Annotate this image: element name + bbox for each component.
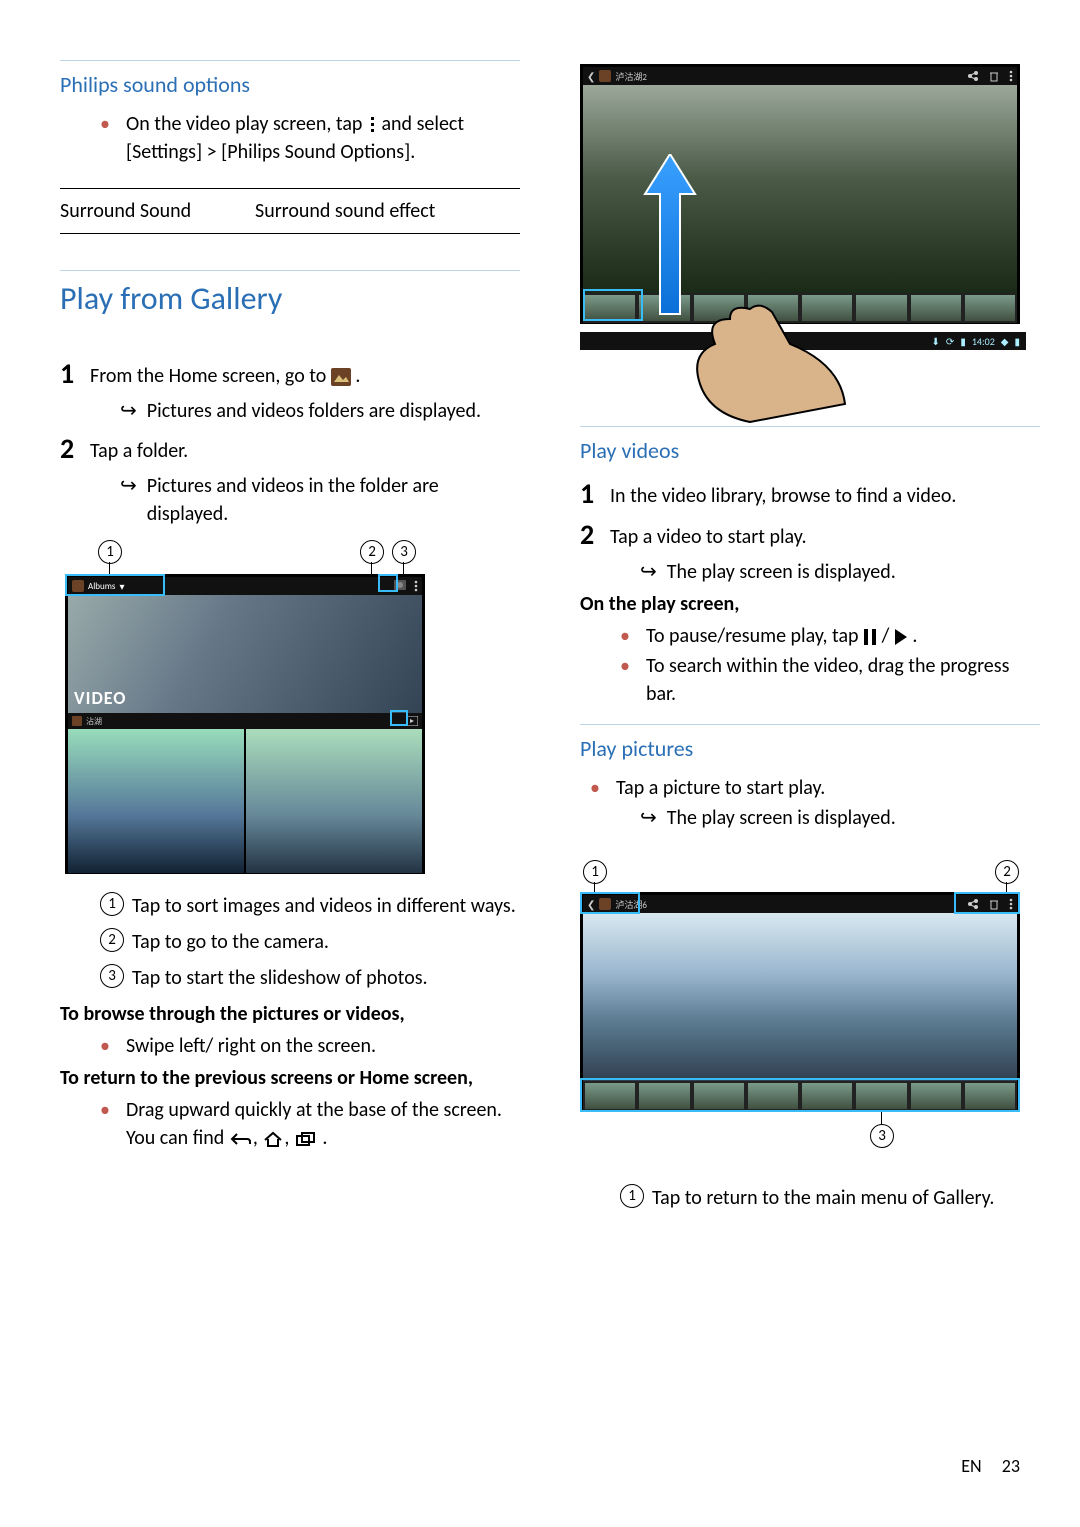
callout-1: 1 Tap to sort images and videos in diffe… [100, 892, 520, 920]
bullet-dot-icon: • [590, 774, 600, 802]
play-pictures-heading: Play pictures [580, 724, 1040, 762]
step-number: 1 [60, 356, 90, 391]
gallery-app-icon [331, 368, 351, 386]
bullet-dot-icon: • [100, 1032, 110, 1060]
step-number: 2 [60, 431, 90, 466]
swipe-up-figure: ❮ 泸沽湖2 [580, 64, 1020, 414]
sound-step-bullet: • On the video play screen, tap and sele… [100, 110, 520, 166]
pause-icon [863, 629, 877, 645]
picture-bullet: • Tap a picture to start play. [590, 774, 1040, 802]
home-icon [262, 1130, 284, 1148]
result-arrow-icon: ↪ [120, 472, 137, 500]
play-from-gallery-heading: Play from Gallery [60, 270, 520, 318]
gallery-step-1-result: ↪ Pictures and videos folders are displa… [120, 397, 520, 425]
video-step-1: 1 In the video library, browse to find a… [580, 476, 1040, 511]
right-column: ❮ 泸沽湖2 [580, 60, 1040, 1220]
status-signal-icon: ▮ [960, 335, 966, 348]
recent-apps-icon [294, 1130, 318, 1148]
callout-2: 2 Tap to go to the camera. [100, 928, 520, 956]
sound-table-row: Surround Sound Surround sound effect [60, 195, 520, 227]
sound-table-cell-name: Surround Sound [60, 199, 255, 223]
sound-table-cell-desc: Surround sound effect [255, 199, 520, 223]
picture-callout-1: 1 Tap to return to the main menu of Gall… [620, 1184, 1040, 1212]
overflow-menu-icon [367, 116, 377, 134]
browse-bullet: • Swipe left/ right on the screen. [100, 1032, 520, 1060]
picture-result: ↪ The play screen is displayed. [640, 804, 1040, 832]
gallery-step-2: 2 Tap a folder. [60, 431, 520, 466]
result-arrow-icon: ↪ [640, 804, 657, 832]
share-icon [967, 70, 979, 82]
browse-heading: To browse through the pictures or videos… [60, 1000, 520, 1028]
footer-page: 23 [1002, 1455, 1020, 1477]
result-arrow-icon: ↪ [120, 397, 137, 425]
bullet-dot-icon: • [620, 652, 630, 680]
play-videos-heading: Play videos [580, 426, 1040, 464]
philips-sound-options-heading: Philips sound options [60, 60, 520, 98]
return-bullet: • Drag upward quickly at the base of the… [100, 1096, 520, 1152]
gallery-step-1: 1 From the Home screen, go to . [60, 356, 520, 391]
gallery-figure: 1 2 3 Albums ▾ [60, 540, 430, 880]
status-battery-icon: ▮ [1014, 335, 1020, 348]
back-icon [229, 1130, 253, 1148]
left-column: Philips sound options • On the video pla… [60, 60, 520, 1220]
on-play-bullet-1: • To pause/resume play, tap / . [620, 622, 1040, 650]
delete-icon [989, 70, 999, 82]
on-play-bullet-2: • To search within the video, drag the p… [620, 652, 1040, 708]
bullet-dot-icon: • [100, 1096, 110, 1124]
footer-lang: EN [961, 1455, 981, 1477]
gallery-step-2-result: ↪ Pictures and videos in the folder are … [120, 472, 520, 528]
status-sync-icon: ⟳ [946, 335, 954, 348]
picture-play-figure: 1 2 ❮ 泸沽湖6 [580, 860, 1020, 1150]
video-step-2-result: ↪ The play screen is displayed. [640, 558, 1040, 586]
status-time: 14:02 [972, 335, 995, 348]
play-icon [894, 629, 908, 645]
video-step-2: 2 Tap a video to start play. [580, 517, 1040, 552]
status-download-icon: ⬇ [932, 335, 940, 348]
overflow-menu-icon [1009, 70, 1013, 82]
callout-3: 3 Tap to start the slideshow of photos. [100, 964, 520, 992]
bullet-dot-icon: • [100, 110, 110, 138]
page-footer: EN 23 [961, 1455, 1020, 1477]
return-heading: To return to the previous screens or Hom… [60, 1064, 520, 1092]
hand-icon [690, 304, 850, 424]
on-play-screen-heading: On the play screen, [580, 590, 1040, 618]
status-wifi-icon: ◆ [1001, 335, 1009, 348]
overflow-menu-icon [414, 580, 418, 592]
bullet-dot-icon: • [620, 622, 630, 650]
result-arrow-icon: ↪ [640, 558, 657, 586]
sound-step-text: On the video play screen, tap and select… [126, 110, 520, 166]
